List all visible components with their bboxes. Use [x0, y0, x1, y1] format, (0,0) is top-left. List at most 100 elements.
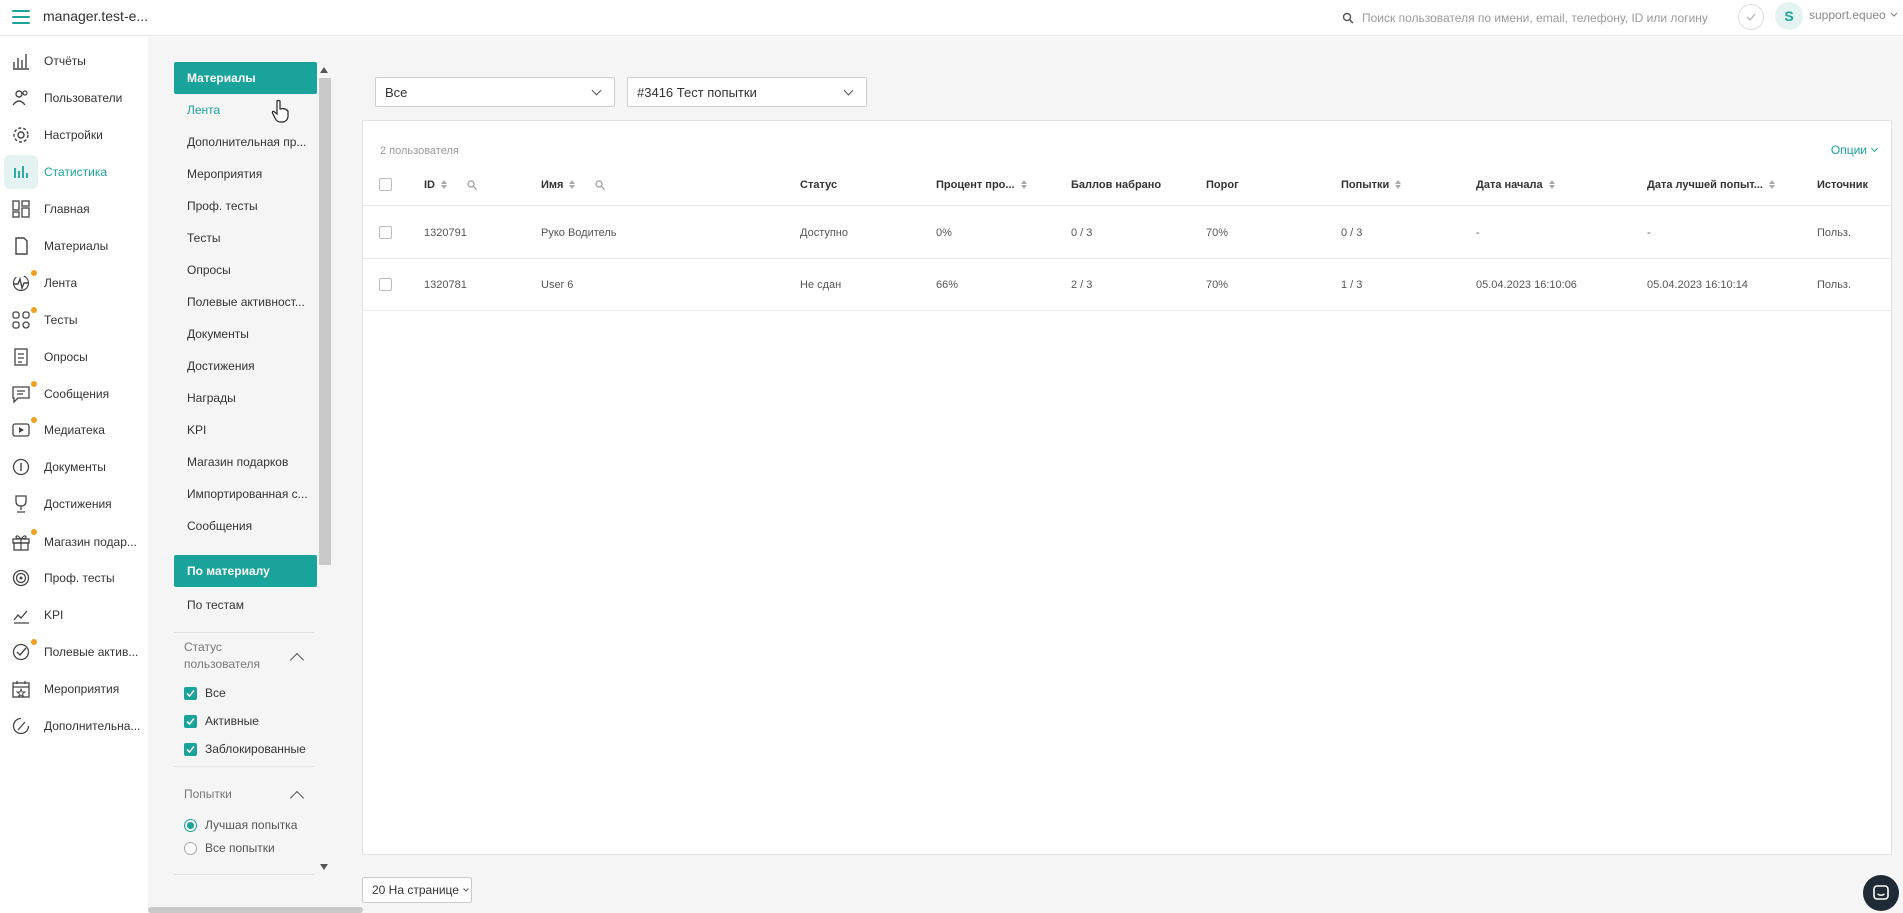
- sort-icon[interactable]: [1020, 180, 1027, 189]
- sub-nav-item[interactable]: Полевые активност...: [187, 295, 305, 309]
- sub-nav-item[interactable]: Проф. тесты: [187, 199, 258, 213]
- attempts-option-best[interactable]: Лучшая попытка: [184, 818, 297, 832]
- table-cell: 0 / 3: [1341, 226, 1363, 239]
- sub-nav-item[interactable]: Тесты: [187, 231, 220, 245]
- scroll-down-arrow-icon[interactable]: [320, 864, 328, 870]
- options-button[interactable]: Опции: [1831, 143, 1879, 157]
- column-header[interactable]: Порог: [1206, 164, 1239, 205]
- sub-nav-item[interactable]: Опросы: [187, 263, 231, 277]
- divider: [174, 766, 314, 767]
- nav-item-label: Медиатека: [44, 423, 105, 437]
- nav-item-events[interactable]: Мероприятия: [0, 669, 148, 709]
- scope-select[interactable]: Все: [375, 77, 615, 107]
- sub-section-materials[interactable]: Материалы: [174, 62, 317, 94]
- avatar[interactable]: S: [1775, 2, 1803, 30]
- table-cell: -: [1647, 226, 1651, 239]
- sub-nav-item[interactable]: Импортированная с...: [187, 487, 308, 501]
- radio-selected-icon[interactable]: [184, 818, 197, 832]
- nav-item-dashboard[interactable]: Главная: [0, 189, 148, 229]
- test-select[interactable]: #3416 Тест попытки: [627, 77, 867, 107]
- sub-nav-item[interactable]: Документы: [187, 327, 249, 341]
- attempts-option-all[interactable]: Все попытки: [184, 841, 275, 855]
- radio-icon[interactable]: [184, 841, 197, 855]
- checkbox-checked-icon[interactable]: [184, 714, 197, 728]
- nav-item-reports[interactable]: Отчёты: [0, 41, 148, 81]
- nav-item-materials[interactable]: Материалы: [0, 226, 148, 266]
- checkbox-checked-icon[interactable]: [184, 686, 197, 700]
- sort-icon[interactable]: [569, 180, 576, 189]
- dashboard-icon: [10, 198, 32, 220]
- column-header[interactable]: Имя: [541, 164, 606, 205]
- nav-item-messages[interactable]: Сообщения: [0, 374, 148, 414]
- sub-nav-item[interactable]: Сообщения: [187, 519, 252, 533]
- column-header[interactable]: Статус: [800, 164, 837, 205]
- scroll-up-arrow-icon[interactable]: [320, 67, 328, 73]
- nav-item-additional[interactable]: Дополнительна...: [0, 706, 148, 746]
- horizontal-scrollbar[interactable]: [148, 907, 363, 913]
- sub-nav-scrollbar[interactable]: [319, 78, 331, 565]
- status-option-all[interactable]: Все: [184, 686, 226, 700]
- sub-nav-item[interactable]: Достижения: [187, 359, 255, 373]
- nav-item-trophy[interactable]: Достижения: [0, 484, 148, 524]
- nav-item-tests[interactable]: Тесты: [0, 300, 148, 340]
- user-menu[interactable]: support.equeo: [1809, 8, 1898, 22]
- nav-item-target[interactable]: Проф. тесты: [0, 558, 148, 598]
- sub-nav: Материалы Лента Дополнительная пр... Мероп…: [174, 62, 317, 882]
- column-header[interactable]: Дата лучшей попыт...: [1647, 164, 1775, 205]
- nav-item-label: Лента: [44, 276, 78, 290]
- sort-icon[interactable]: [1768, 180, 1775, 189]
- nav-item-polls[interactable]: Опросы: [0, 337, 148, 377]
- nav-item-gear[interactable]: Настройки: [0, 115, 148, 155]
- table-cell: 2 / 3: [1071, 278, 1093, 291]
- nav-item-stats[interactable]: Статистика: [0, 152, 148, 192]
- sub-nav-item[interactable]: Магазин подарков: [187, 455, 288, 469]
- row-checkbox[interactable]: [379, 226, 392, 239]
- notification-dot: [31, 529, 37, 535]
- sub-nav-item[interactable]: Награды: [187, 391, 236, 405]
- checkbox-checked-icon[interactable]: [184, 742, 197, 756]
- select-all-checkbox[interactable]: [379, 178, 392, 191]
- column-header[interactable]: Процент про...: [936, 164, 1027, 205]
- check-circle-icon[interactable]: [1738, 4, 1764, 30]
- sort-icon[interactable]: [1548, 180, 1555, 189]
- column-header[interactable]: Дата начала: [1476, 164, 1555, 205]
- status-option-blocked[interactable]: Заблокированные: [184, 742, 306, 756]
- nav-item-kpi[interactable]: KPI: [0, 595, 148, 635]
- notification-dot: [31, 381, 37, 387]
- sort-icon[interactable]: [441, 180, 447, 189]
- column-search-icon[interactable]: [595, 179, 606, 190]
- gear-icon: [10, 124, 32, 146]
- column-header[interactable]: Источник: [1817, 164, 1868, 205]
- nav-item-media[interactable]: Медиатека: [0, 410, 148, 450]
- sub-nav-item[interactable]: KPI: [187, 423, 206, 437]
- column-search-icon[interactable]: [467, 179, 477, 190]
- notification-dot: [31, 270, 37, 276]
- sub-section-by-material[interactable]: По материалу: [174, 555, 317, 587]
- table-row[interactable]: 1320781 User 6 Не сдан 66% 2 / 3 70% 1 / 3 05.0…: [363, 259, 1893, 311]
- sub-nav-item[interactable]: Мероприятия: [187, 167, 262, 181]
- column-header[interactable]: ID: [424, 164, 477, 205]
- table-row[interactable]: 1320791 Руко Водитель Доступно 0% 0 / 3 70% 0 …: [363, 207, 1893, 259]
- status-option-active[interactable]: Активные: [184, 714, 259, 728]
- menu-icon[interactable]: [12, 10, 30, 24]
- users-icon: [10, 87, 32, 109]
- per-page-select[interactable]: 20 На странице: [362, 877, 472, 903]
- column-header[interactable]: Попытки: [1341, 164, 1402, 205]
- nav-item-field-activity[interactable]: Полевые актив...: [0, 632, 148, 672]
- media-icon: [10, 419, 32, 441]
- sub-nav-item[interactable]: Дополнительная пр...: [187, 135, 306, 149]
- sub-nav-item[interactable]: Лента: [187, 103, 220, 117]
- nav-item-users[interactable]: Пользователи: [0, 78, 148, 118]
- column-header[interactable]: Баллов набрано: [1071, 164, 1161, 205]
- table-header: ID Имя Статус Процент про... Баллов набрано П…: [363, 164, 1893, 206]
- nav-item-documents[interactable]: Документы: [0, 447, 148, 487]
- sub-nav-item-by-tests[interactable]: По тестам: [187, 598, 244, 612]
- column-header-label: Источник: [1817, 178, 1869, 191]
- column-header-label: Дата начала: [1476, 178, 1543, 191]
- nav-item-gift[interactable]: Магазин подар...: [0, 522, 148, 562]
- row-checkbox[interactable]: [379, 278, 392, 291]
- chat-widget-icon[interactable]: [1863, 875, 1899, 911]
- sort-icon[interactable]: [1395, 180, 1402, 189]
- search-input[interactable]: [1362, 11, 1722, 25]
- nav-item-feed[interactable]: Лента: [0, 263, 148, 303]
